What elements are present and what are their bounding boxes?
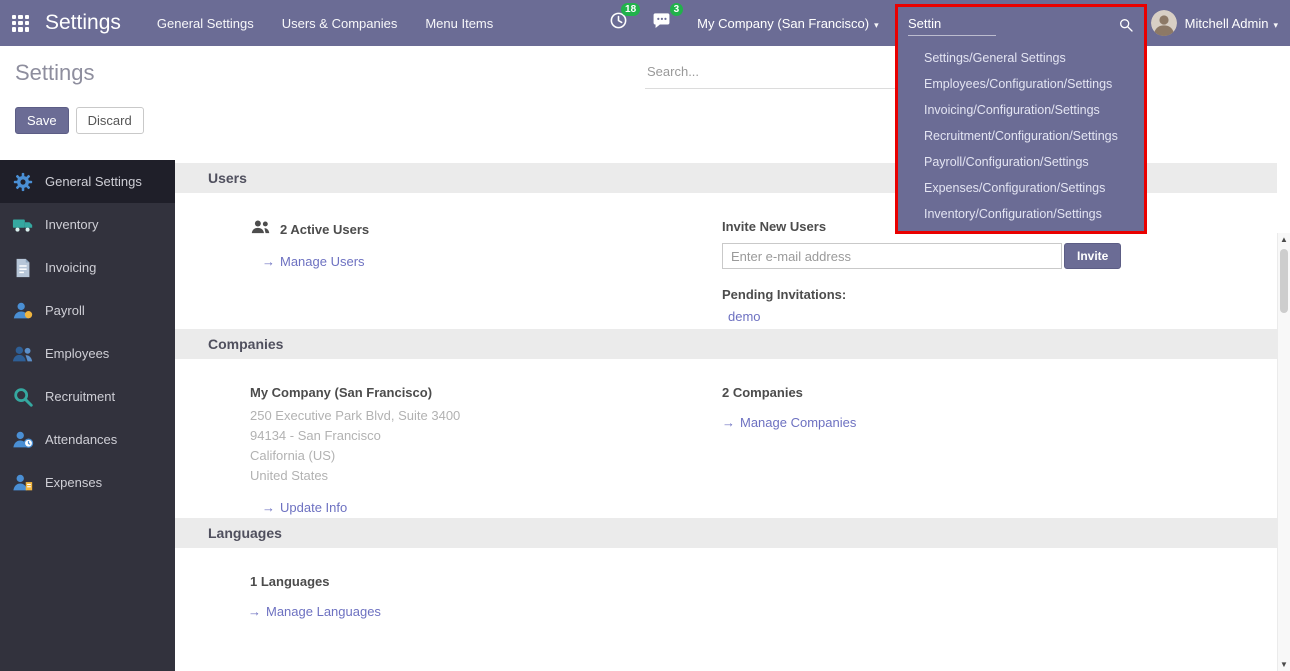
- sidebar-item-label: Expenses: [45, 475, 102, 490]
- menu-general-settings[interactable]: General Settings: [157, 16, 254, 31]
- scroll-up-icon[interactable]: ▲: [1278, 233, 1290, 246]
- sidebar-item-label: Attendances: [45, 432, 117, 447]
- pending-invitations-label: Pending Invitations:: [722, 287, 1252, 302]
- apps-menu-icon[interactable]: [12, 15, 29, 32]
- caret-down-icon: ▾: [874, 20, 879, 30]
- users-group-icon: [250, 219, 271, 240]
- invite-email-input[interactable]: [722, 243, 1062, 269]
- sidebar-item-label: Invoicing: [45, 260, 96, 275]
- messages-chat-icon: [652, 11, 671, 35]
- invite-button[interactable]: Invite: [1064, 243, 1121, 269]
- sidebar-item-label: General Settings: [45, 174, 142, 189]
- user-menu[interactable]: Mitchell Admin▾: [1185, 16, 1278, 31]
- expenses-person-receipt-icon: [12, 472, 34, 494]
- search-result-item[interactable]: Employees/Configuration/Settings: [898, 71, 1144, 97]
- manage-languages-link[interactable]: Manage Languages: [266, 604, 381, 619]
- sidebar-item-label: Employees: [45, 346, 109, 361]
- inventory-truck-icon: [12, 214, 34, 236]
- recruitment-magnifier-icon: [12, 386, 34, 408]
- arrow-right-icon: →: [262, 254, 275, 269]
- employees-people-icon: [12, 343, 34, 365]
- activities-badge: 18: [621, 3, 640, 16]
- company-name: My Company (San Francisco): [250, 385, 722, 400]
- caret-down-icon: ▾: [1273, 20, 1278, 30]
- user-avatar[interactable]: [1151, 10, 1177, 36]
- attendances-person-clock-icon: [12, 429, 34, 451]
- discard-button[interactable]: Discard: [76, 107, 144, 134]
- messages-button[interactable]: 3: [652, 11, 671, 35]
- company-switcher[interactable]: My Company (San Francisco)▾: [697, 16, 878, 31]
- sidebar-item-recruitment[interactable]: Recruitment: [0, 375, 175, 418]
- messages-badge: 3: [670, 3, 684, 16]
- pending-user-link[interactable]: demo: [728, 309, 761, 324]
- manage-users-link[interactable]: Manage Users: [280, 254, 365, 269]
- arrow-right-icon: →: [262, 500, 275, 515]
- sidebar-item-inventory[interactable]: Inventory: [0, 203, 175, 246]
- arrow-right-icon: →: [722, 415, 735, 430]
- search-result-item[interactable]: Recruitment/Configuration/Settings: [898, 123, 1144, 149]
- top-menu: General Settings Users & Companies Menu …: [157, 16, 493, 31]
- search-result-item[interactable]: Inventory/Configuration/Settings: [898, 201, 1144, 227]
- search-result-item[interactable]: Payroll/Configuration/Settings: [898, 149, 1144, 175]
- languages-section: 1 Languages → Manage Languages: [175, 548, 1277, 619]
- sidebar-item-payroll[interactable]: Payroll: [0, 289, 175, 332]
- app-title[interactable]: Settings: [45, 11, 121, 35]
- menu-users-companies[interactable]: Users & Companies: [282, 16, 398, 31]
- languages-count: 1 Languages: [250, 574, 722, 589]
- settings-content: Users 2 Active Users →Manage Users Invit…: [175, 160, 1277, 671]
- menu-menu-items[interactable]: Menu Items: [425, 16, 493, 31]
- sidebar-item-employees[interactable]: Employees: [0, 332, 175, 375]
- sidebar-item-general-settings[interactable]: General Settings: [0, 160, 175, 203]
- menu-search-row: [898, 7, 1144, 43]
- search-result-item[interactable]: Invoicing/Configuration/Settings: [898, 97, 1144, 123]
- sidebar-item-invoicing[interactable]: Invoicing: [0, 246, 175, 289]
- sidebar-item-expenses[interactable]: Expenses: [0, 461, 175, 504]
- payroll-person-icon: [12, 300, 34, 322]
- save-button[interactable]: Save: [15, 107, 69, 134]
- sidebar-item-attendances[interactable]: Attendances: [0, 418, 175, 461]
- scrollbar-thumb[interactable]: [1280, 249, 1288, 313]
- activities-button[interactable]: 18: [609, 11, 628, 35]
- manage-companies-link[interactable]: Manage Companies: [740, 415, 856, 430]
- section-header-languages: Languages: [175, 518, 1277, 548]
- sidebar-item-label: Recruitment: [45, 389, 115, 404]
- active-users-count: 2 Active Users: [280, 222, 369, 237]
- companies-count: 2 Companies: [722, 385, 1252, 400]
- vertical-scrollbar[interactable]: ▲ ▼: [1277, 233, 1290, 671]
- button-row: Save Discard: [15, 107, 144, 134]
- section-header-companies: Companies: [175, 329, 1277, 359]
- page-title: Settings: [15, 60, 95, 86]
- menu-search-dropdown annotation-highlight: Settings/General Settings Employees/Conf…: [895, 4, 1147, 234]
- settings-sidebar: General Settings Inventory Invoicing Pay…: [0, 160, 175, 671]
- company-address: 250 Executive Park Blvd, Suite 3400 9413…: [250, 406, 722, 486]
- companies-section: My Company (San Francisco) 250 Executive…: [175, 359, 1277, 515]
- gear-icon: [12, 171, 34, 193]
- update-info-link[interactable]: Update Info: [280, 500, 347, 515]
- sidebar-item-label: Inventory: [45, 217, 98, 232]
- invoicing-document-icon: [12, 257, 34, 279]
- sidebar-item-label: Payroll: [45, 303, 85, 318]
- arrow-right-icon: →: [248, 604, 261, 619]
- scroll-down-icon[interactable]: ▼: [1278, 658, 1290, 671]
- menu-search-input[interactable]: [908, 14, 996, 36]
- search-results-list: Settings/General Settings Employees/Conf…: [898, 43, 1144, 229]
- search-icon[interactable]: [1118, 17, 1134, 33]
- odoo-settings-screen: { "colors": { "navbar_bg": "#6b6c95", "s…: [0, 0, 1290, 671]
- search-result-item[interactable]: Settings/General Settings: [898, 45, 1144, 71]
- search-result-item[interactable]: Expenses/Configuration/Settings: [898, 175, 1144, 201]
